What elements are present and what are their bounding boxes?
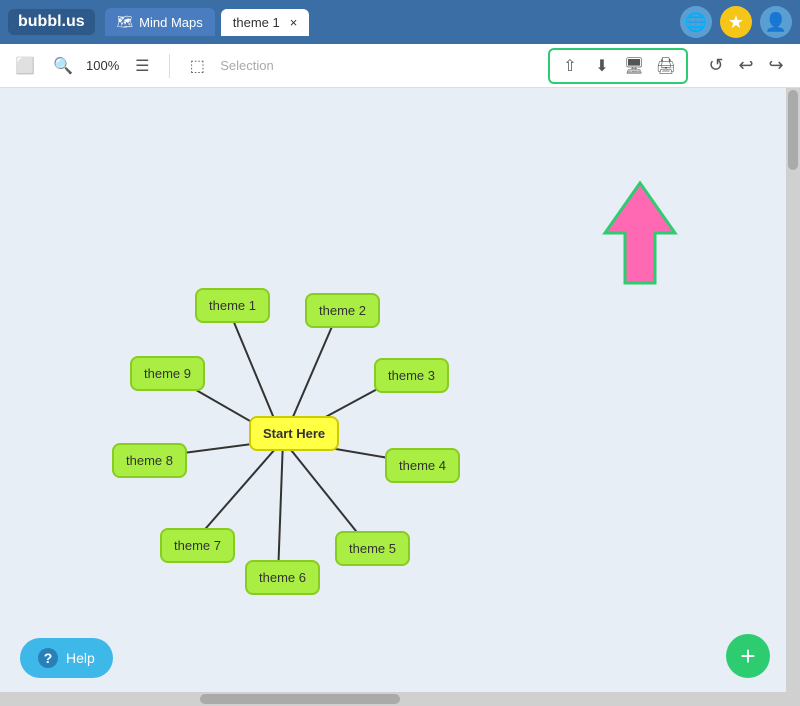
frame-icon: ⬜ bbox=[15, 56, 35, 76]
theme-node-theme3[interactable]: theme 3 bbox=[374, 358, 449, 393]
redo-button[interactable]: ↪ bbox=[762, 52, 790, 80]
menu-icon: ☰ bbox=[135, 56, 149, 76]
zoom-level: 100% bbox=[86, 58, 119, 73]
menu-button[interactable]: ☰ bbox=[127, 51, 157, 81]
frame-button[interactable]: ⬜ bbox=[10, 51, 40, 81]
scrollbar-bottom[interactable] bbox=[0, 692, 786, 706]
print-icon: 🖨 bbox=[656, 56, 676, 76]
add-button[interactable]: + bbox=[726, 634, 770, 678]
undo-button[interactable]: ↩ bbox=[732, 52, 760, 80]
scrollbar-right[interactable] bbox=[786, 88, 800, 706]
download-icon: ⬇ bbox=[595, 56, 608, 76]
help-button[interactable]: ? Help bbox=[20, 638, 113, 678]
center-node-label: Start Here bbox=[263, 426, 325, 441]
mind-maps-icon: 🗺 bbox=[117, 14, 134, 30]
selection-icon: ⬚ bbox=[190, 56, 205, 76]
share-button[interactable]: ⇧ bbox=[556, 52, 584, 80]
mind-maps-label: Mind Maps bbox=[139, 15, 203, 30]
selection-label: Selection bbox=[220, 58, 273, 73]
toolbar-separator bbox=[169, 54, 170, 78]
theme-node-theme4[interactable]: theme 4 bbox=[385, 448, 460, 483]
theme-node-theme9[interactable]: theme 9 bbox=[130, 356, 205, 391]
star-button[interactable]: ★ bbox=[720, 6, 752, 38]
add-icon: + bbox=[740, 643, 755, 669]
canvas-area[interactable]: Start Here theme 1 theme 2 theme 3 theme 4 t… bbox=[0, 88, 800, 706]
user-button[interactable]: 👤 bbox=[760, 6, 792, 38]
close-tab-button[interactable]: × bbox=[290, 15, 298, 30]
toolbar: ⬜ 🔍 100% ☰ ⬚ Selection ⇧ ⬇ 🖥 🖨 ↺ ↩ ↪ bbox=[0, 44, 800, 88]
theme-node-theme1[interactable]: theme 1 bbox=[195, 288, 270, 323]
print-button[interactable]: 🖨 bbox=[652, 52, 680, 80]
help-icon: ? bbox=[38, 648, 58, 668]
history-button[interactable]: ↺ bbox=[702, 52, 730, 80]
redo-icon: ↪ bbox=[768, 55, 783, 76]
zoom-icon: 🔍 bbox=[53, 56, 73, 76]
scrollbar-hthumb[interactable] bbox=[200, 694, 400, 704]
tutorial-arrow bbox=[600, 178, 680, 288]
zoom-button[interactable]: 🔍 bbox=[48, 51, 78, 81]
history-group: ↺ ↩ ↪ bbox=[702, 52, 790, 80]
action-group: ⇧ ⬇ 🖥 🖨 bbox=[548, 48, 688, 84]
undo-icon: ↩ bbox=[738, 55, 753, 76]
selection-icon-button[interactable]: ⬚ bbox=[182, 51, 212, 81]
theme-node-theme7[interactable]: theme 7 bbox=[160, 528, 235, 563]
globe-button[interactable]: 🌐 bbox=[680, 6, 712, 38]
help-label: Help bbox=[66, 650, 95, 666]
center-node[interactable]: Start Here bbox=[249, 416, 339, 451]
nav-right: 🌐 ★ 👤 bbox=[680, 6, 792, 38]
mind-maps-tab[interactable]: 🗺 Mind Maps bbox=[105, 8, 215, 36]
theme-node-theme5[interactable]: theme 5 bbox=[335, 531, 410, 566]
theme-node-theme6[interactable]: theme 6 bbox=[245, 560, 320, 595]
share-icon: ⇧ bbox=[563, 56, 576, 76]
screen-button[interactable]: 🖥 bbox=[620, 52, 648, 80]
screen-icon: 🖥 bbox=[624, 56, 644, 76]
theme-node-theme8[interactable]: theme 8 bbox=[112, 443, 187, 478]
theme-node-theme2[interactable]: theme 2 bbox=[305, 293, 380, 328]
active-tab[interactable]: theme 1 × bbox=[221, 9, 310, 36]
history-icon: ↺ bbox=[708, 55, 723, 76]
active-tab-label: theme 1 bbox=[233, 15, 280, 30]
logo-area[interactable]: bubbl.us bbox=[8, 9, 95, 35]
download-button[interactable]: ⬇ bbox=[588, 52, 616, 80]
scrollbar-thumb[interactable] bbox=[788, 90, 798, 170]
top-nav: bubbl.us 🗺 Mind Maps theme 1 × 🌐 ★ 👤 bbox=[0, 0, 800, 44]
logo-text: bubbl.us bbox=[18, 13, 85, 31]
